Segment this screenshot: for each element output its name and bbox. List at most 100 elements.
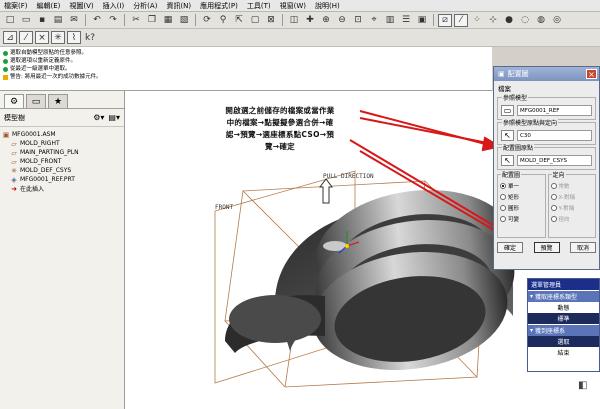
favorites-tab-icon[interactable]: ★	[48, 94, 68, 108]
print-icon[interactable]: ▤	[51, 14, 65, 27]
no-hidden-icon[interactable]: ◎	[550, 14, 564, 27]
menu-item-dynamic[interactable]: 動態	[528, 302, 599, 313]
tree-node[interactable]: ➜ 在此插入	[2, 184, 122, 194]
tree-settings-icon[interactable]: ⚙▾	[93, 113, 104, 122]
tree-filter-icon[interactable]: ▤▾	[108, 113, 120, 122]
toolbar-divider	[195, 14, 196, 26]
point-tool-icon[interactable]: ×	[35, 31, 49, 44]
shading-icon[interactable]: ●	[502, 14, 516, 27]
find-icon[interactable]: ⚲	[216, 14, 230, 27]
menu-item-standard[interactable]: 標準	[528, 313, 599, 324]
pull-direction-label: PULL DIRECTION	[323, 173, 374, 180]
select-icon[interactable]: ⇱	[232, 14, 246, 27]
menu-edit[interactable]: 編輯(E)	[37, 1, 61, 11]
spin-center-icon[interactable]: ✚	[303, 14, 317, 27]
model-tree-tab-icon[interactable]: ⚙	[4, 94, 24, 108]
zoom-in-icon[interactable]: ⊕	[319, 14, 333, 27]
orient-constant-radio[interactable]: 常數	[550, 180, 594, 191]
orient-y-sym-radio[interactable]: Y-對稱	[550, 202, 594, 213]
cancel-button[interactable]: 取消	[570, 242, 596, 253]
layout-options: 配置圖 單一 矩形 圓形 可變 定向 常數 X-對稱 Y-對稱 徑向	[497, 170, 596, 238]
cut-icon[interactable]: ✂	[129, 14, 143, 27]
layers-icon[interactable]: ☰	[399, 14, 413, 27]
curve-tool-icon[interactable]: ⌇	[67, 31, 81, 44]
csys-tool-icon[interactable]: ✳	[51, 31, 65, 44]
hidden-line-icon[interactable]: ◍	[534, 14, 548, 27]
menu-view[interactable]: 視圖(V)	[69, 1, 93, 11]
ref-model-field[interactable]: MFG0001_REF	[517, 105, 592, 116]
ok-button[interactable]: 確定	[497, 242, 523, 253]
datum-planes-icon[interactable]: ⧄	[438, 13, 452, 27]
axis-tool-icon[interactable]: ⁄	[19, 31, 33, 44]
preview-button[interactable]: 預覽	[533, 242, 560, 253]
menu-item-done[interactable]: 結束	[528, 347, 599, 358]
copy-icon[interactable]: ❐	[145, 14, 159, 27]
select-arrow-icon[interactable]: ↖	[501, 155, 514, 166]
undo-icon[interactable]: ↶	[90, 14, 104, 27]
orient-x-sym-radio[interactable]: X-對稱	[550, 191, 594, 202]
refit-icon[interactable]: ⊡	[351, 14, 365, 27]
mold-model[interactable]	[225, 178, 522, 382]
menu-window[interactable]: 視窗(W)	[280, 1, 306, 11]
menu-section-get-csys[interactable]: ▾ 獲到座標系	[528, 325, 599, 336]
datum-points-icon[interactable]: ⁘	[470, 14, 484, 27]
model-tree-header: 模型樹 ⚙▾ ▤▾	[0, 109, 124, 127]
model-tree: ▣ MFG0001.ASM ▱ MOLD_RIGHT ▱ MAIN_PARTING_P…	[0, 127, 124, 196]
info-icon	[3, 50, 8, 56]
dialog-title-icon: ▣	[498, 70, 505, 78]
close-window-icon[interactable]: ⊠	[264, 14, 278, 27]
orient-radial-radio[interactable]: 徑向	[550, 213, 594, 224]
zoom-out-icon[interactable]: ⊖	[335, 14, 349, 27]
menu-help[interactable]: 說明(H)	[315, 1, 340, 11]
tree-node[interactable]: ▱ MAIN_PARTING_PLN	[2, 148, 122, 157]
datum-plane-icon: ▱	[11, 148, 17, 157]
tree-node[interactable]: ▣ MFG0001.ASM	[2, 130, 122, 139]
close-icon[interactable]: ×	[586, 69, 597, 79]
tree-node[interactable]: ▱ MOLD_RIGHT	[2, 139, 122, 148]
menu-section-csys-type[interactable]: ▾ 獲取座標系類型	[528, 291, 599, 302]
tree-node[interactable]: ▱ MOLD_FRONT	[2, 157, 122, 166]
layout-origin-field[interactable]: MOLD_DEF_CSYS	[517, 155, 592, 166]
new-file-icon[interactable]: □	[3, 14, 17, 27]
tree-node[interactable]: ◈ MFG0001_REF.PRT	[2, 175, 122, 184]
wireframe-icon[interactable]: ◌	[518, 14, 532, 27]
menu-insert[interactable]: 插入(I)	[103, 1, 125, 11]
layout-single-radio[interactable]: 單一	[500, 180, 543, 191]
tree-node[interactable]: ✳ MOLD_DEF_CSYS	[2, 166, 122, 175]
origin-orientation-group: 參照模型原點與定向 ↖ C30	[497, 118, 596, 145]
layout-variable-radio[interactable]: 可變	[500, 213, 543, 224]
open-folder-icon[interactable]: ▭	[19, 14, 33, 27]
folder-browser-tab-icon[interactable]: ▭	[26, 94, 46, 108]
datum-plane-icon: ▱	[11, 139, 17, 148]
view-manager-icon[interactable]: ▣	[415, 14, 429, 27]
menu-applications[interactable]: 應用程式(P)	[200, 1, 238, 11]
repaint-icon[interactable]: ◫	[287, 14, 301, 27]
redo-icon[interactable]: ↷	[106, 14, 120, 27]
save-icon[interactable]: ▪	[35, 14, 49, 27]
layout-rect-radio[interactable]: 矩形	[500, 191, 543, 202]
menu-info[interactable]: 資訊(N)	[166, 1, 191, 11]
menu-analysis[interactable]: 分析(A)	[133, 1, 157, 11]
saved-views-icon[interactable]: ▥	[383, 14, 397, 27]
paste-icon[interactable]: ▦	[161, 14, 175, 27]
window-icon[interactable]: ▢	[248, 14, 262, 27]
message-line: 選取自動模型原點的任意參照。	[3, 49, 489, 57]
paste-special-icon[interactable]: ▧	[177, 14, 191, 27]
menu-tools[interactable]: 工具(T)	[247, 1, 271, 11]
ref-model-open-icon[interactable]: ▭	[501, 105, 514, 116]
menu-item-select[interactable]: 選取	[528, 336, 599, 347]
select-arrow-icon[interactable]: ↖	[501, 130, 514, 141]
plane-tool-icon[interactable]: ⊿	[3, 31, 17, 44]
dialog-titlebar[interactable]: ▣ 配置圖 ×	[494, 67, 599, 81]
datum-axes-icon[interactable]: ⁄	[454, 13, 468, 27]
layout-circular-radio[interactable]: 圓形	[500, 202, 543, 213]
origin-field[interactable]: C30	[517, 130, 592, 141]
context-help-icon[interactable]: k?	[83, 31, 97, 44]
reorient-icon[interactable]: ⌖	[367, 14, 381, 27]
email-icon[interactable]: ✉	[67, 14, 81, 27]
info-icon	[3, 58, 8, 64]
regenerate-icon[interactable]: ⟳	[200, 14, 214, 27]
menu-file[interactable]: 檔案(F)	[4, 1, 28, 11]
selection-filter-icon[interactable]: ◧	[578, 380, 587, 391]
csys-icon[interactable]: ⊹	[486, 14, 500, 27]
